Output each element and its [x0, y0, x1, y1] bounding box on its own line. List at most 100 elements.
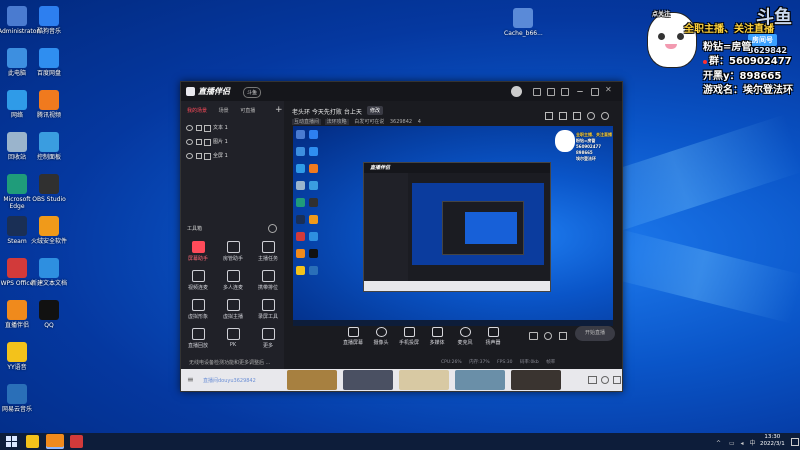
thumbnail[interactable]: [511, 370, 561, 390]
live-control[interactable]: 摄像头: [369, 327, 393, 346]
thumbnail[interactable]: [343, 370, 393, 390]
desktop-icon[interactable]: OBS Studio: [30, 174, 68, 203]
chevron-up-icon[interactable]: ^: [716, 440, 721, 447]
volume-icon[interactable]: ◂: [741, 440, 744, 447]
toolbox-more-icon[interactable]: [268, 224, 277, 233]
control-label: 直播屏幕: [342, 340, 363, 346]
eye-icon[interactable]: [186, 125, 193, 131]
app-icon: [39, 174, 59, 194]
camera-icon[interactable]: [601, 376, 609, 384]
settings-icon[interactable]: [559, 332, 567, 340]
tab-scene[interactable]: 场景: [219, 108, 229, 114]
source-name: 文本 1: [213, 125, 228, 131]
tool-item[interactable]: 主播任务: [257, 241, 279, 262]
room-link[interactable]: 直播间douyu3629842: [203, 377, 256, 384]
settings-icon[interactable]: [547, 88, 555, 96]
gear-icon[interactable]: [544, 332, 552, 340]
ime-icon[interactable]: 中: [749, 440, 755, 447]
tab-my-scene[interactable]: 我的场景: [187, 108, 207, 114]
tool-item[interactable]: 携带排位: [257, 270, 279, 291]
tool-item[interactable]: 视频连麦: [187, 270, 209, 291]
tool-item[interactable]: 更多: [257, 328, 279, 349]
lock-icon[interactable]: [196, 125, 202, 131]
preview-desktop-icon: [309, 232, 318, 241]
tool-item[interactable]: 房管助手: [222, 241, 244, 262]
thumbnail[interactable]: [399, 370, 449, 390]
fullscreen-toggle-icon[interactable]: [613, 376, 621, 384]
desktop-icon[interactable]: 火绒安全软件: [30, 216, 68, 245]
live-control[interactable]: 麦克风: [453, 327, 477, 346]
preview-desktop-icon: [296, 266, 305, 275]
desktop-icon[interactable]: QQ: [30, 300, 68, 329]
lock-icon[interactable]: [196, 139, 202, 145]
live-control[interactable]: 多媒体: [425, 327, 449, 346]
tool-item[interactable]: 录屏工具: [257, 299, 279, 320]
live-companion-window[interactable]: 直播伴侣 斗鱼 ✕ 我的场景 场景 可直播 + 文本 1 图片 1 全屏 1 工具箱…: [180, 81, 623, 392]
live-control[interactable]: 扬声器: [481, 327, 505, 346]
desktop-icon-label: 此电脑: [7, 70, 26, 77]
live-preview-canvas[interactable]: 直播伴侣 全职主播、关注直播 粉钻=房管 560902477 898665 埃尔…: [293, 126, 613, 326]
tool-label: 房管助手: [222, 256, 243, 262]
minimize-icon[interactable]: [577, 88, 583, 92]
preview-desktop-icon: [296, 181, 305, 190]
tool-item[interactable]: 屏幕助手: [187, 241, 209, 262]
control-icon: [347, 327, 359, 337]
thumbnail[interactable]: [287, 370, 337, 390]
fullscreen-icon[interactable]: [573, 112, 581, 120]
layout-icon[interactable]: [559, 112, 567, 120]
taskbar-app-live-companion[interactable]: [46, 434, 64, 449]
message-icon[interactable]: [533, 88, 541, 96]
desktop-icon-label: 火绒安全软件: [30, 238, 67, 245]
desktop-icon[interactable]: YY语音: [0, 342, 36, 371]
desktop-icon[interactable]: 新建文本文档: [30, 258, 68, 287]
desktop-icon-label: OBS Studio: [32, 196, 66, 203]
tool-item[interactable]: 虚拟形象: [187, 299, 209, 320]
app-icon: [7, 132, 27, 152]
network-icon[interactable]: ▭: [729, 440, 735, 447]
desktop-icon[interactable]: 百度网盘: [30, 48, 68, 77]
tool-item[interactable]: 虚拟主播: [222, 299, 244, 320]
add-scene-icon[interactable]: +: [275, 105, 283, 115]
menu-icon[interactable]: [561, 88, 569, 96]
screen-icon[interactable]: [588, 376, 597, 384]
tool-item[interactable]: 多人连麦: [222, 270, 244, 291]
maximize-icon[interactable]: [591, 88, 599, 96]
desktop-icon[interactable]: 酷狗音乐: [30, 6, 68, 35]
desktop-icon-cache[interactable]: Cache_b66...: [504, 8, 543, 37]
preview-desktop-icon: [309, 147, 318, 156]
tab-live[interactable]: 可直播: [240, 108, 255, 114]
taskbar-app-3[interactable]: [70, 435, 83, 448]
lock-icon[interactable]: [196, 153, 202, 159]
start-live-button[interactable]: 开始直播: [575, 326, 615, 341]
hamburger-icon[interactable]: ≡: [187, 375, 194, 384]
user-avatar[interactable]: [511, 86, 522, 97]
live-control[interactable]: 手机投屏: [397, 327, 421, 346]
notification-icon[interactable]: [791, 438, 799, 446]
preview-desktop-icon: [296, 130, 305, 139]
eye-icon[interactable]: [186, 153, 193, 159]
desktop-icon[interactable]: 控制面板: [30, 132, 68, 161]
app-icon: [7, 6, 27, 26]
tool-item[interactable]: PK: [222, 328, 244, 348]
live-control[interactable]: 直播屏幕: [341, 327, 365, 346]
platform-badge[interactable]: 斗鱼: [243, 87, 262, 98]
edit-title-button[interactable]: 修改: [367, 106, 384, 115]
source-row[interactable]: 图片 1: [186, 137, 278, 148]
source-row[interactable]: 文本 1: [186, 123, 278, 134]
source-row[interactable]: 全屏 1: [186, 151, 278, 162]
start-button[interactable]: [6, 436, 17, 447]
thumbnail[interactable]: [455, 370, 505, 390]
lock-icon[interactable]: [545, 112, 553, 120]
close-icon[interactable]: ✕: [605, 85, 612, 94]
tool-icon: [226, 328, 240, 340]
record-icon[interactable]: [587, 112, 595, 120]
desktop-icon[interactable]: 腾讯视频: [30, 90, 68, 119]
clock[interactable]: 13:30 2022/3/1: [760, 434, 785, 448]
share-icon[interactable]: [601, 112, 609, 120]
control-icon: [375, 327, 387, 337]
desktop-icon[interactable]: 网易云音乐: [0, 384, 36, 413]
video-icon[interactable]: [529, 332, 538, 340]
tool-item[interactable]: 直播回放: [187, 328, 209, 349]
eye-icon[interactable]: [186, 139, 193, 145]
taskbar-app-yy[interactable]: [26, 435, 39, 448]
